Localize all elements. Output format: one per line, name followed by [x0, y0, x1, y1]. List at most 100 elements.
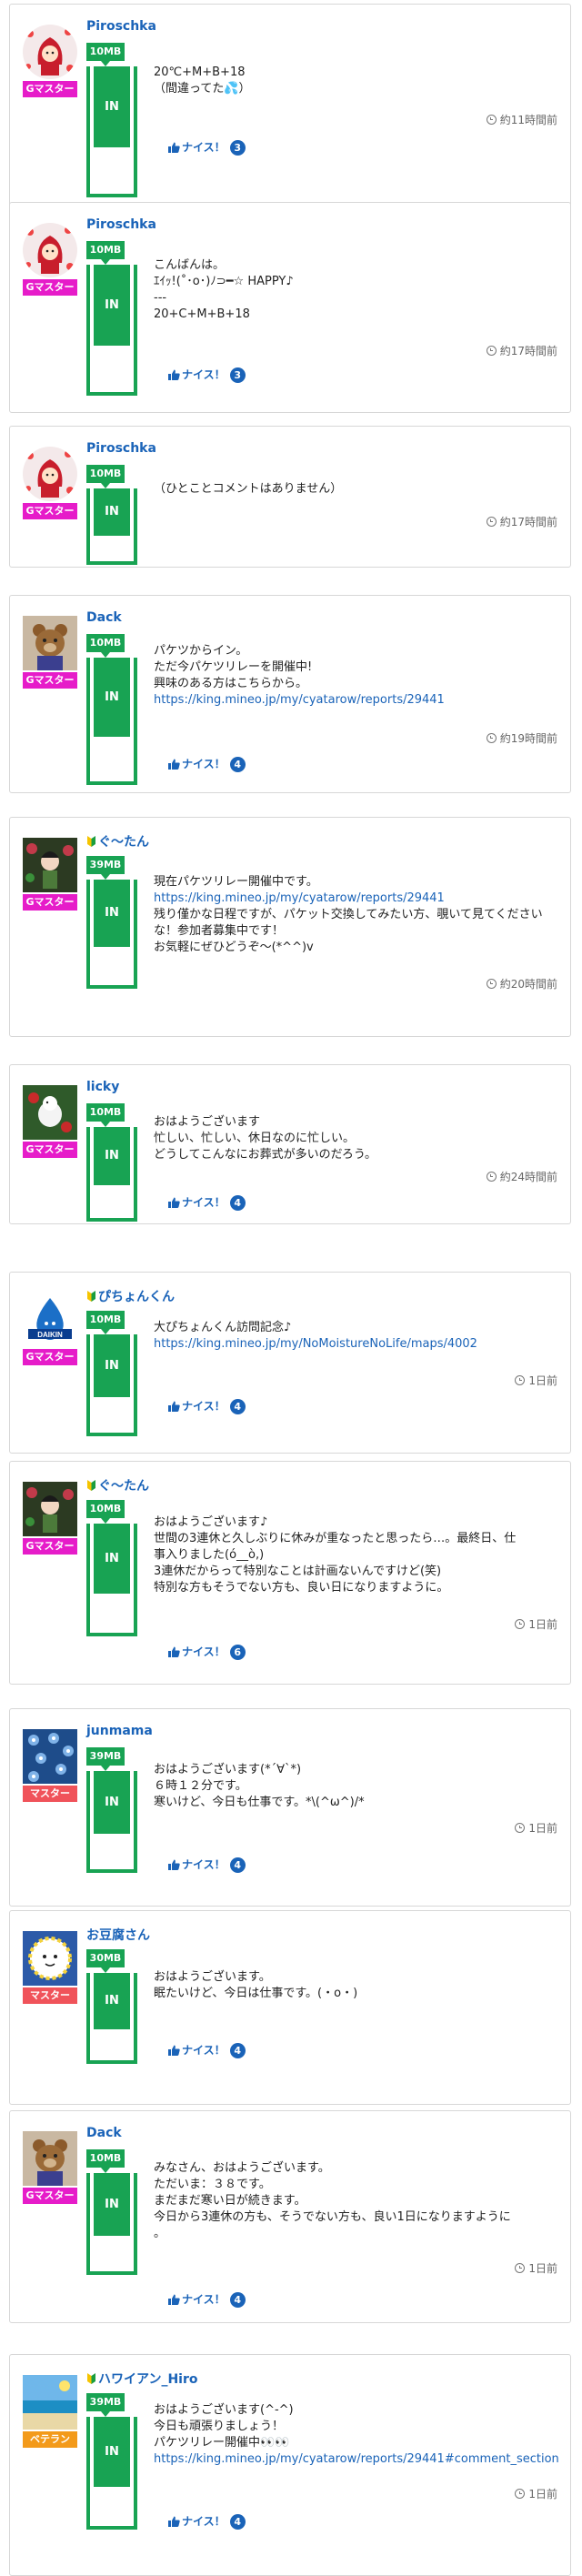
post-line: 大ぴちょんくん訪問記念♪	[154, 1321, 292, 1334]
post-line: 世間の3連休と久しぶりに休みが重なったと思ったら…。最終日、仕	[154, 1532, 517, 1545]
user-name-link[interactable]: Dack	[86, 2126, 122, 2140]
packet-in-icon: IN	[86, 2173, 137, 2275]
user-name-text: ぴちょんくん	[98, 1290, 175, 1304]
nice-count: 4	[229, 1195, 246, 1211]
packet-in-icon: IN	[86, 1127, 137, 1222]
user-name-text: Piroschka	[86, 441, 156, 456]
post-time-text: 約24時間前	[499, 1171, 557, 1183]
rank-badge: マスター	[23, 1786, 77, 1802]
user-name-link[interactable]: ぐ〜たん	[86, 832, 149, 850]
user-name-link[interactable]: ぐ〜たん	[86, 1476, 149, 1494]
nice-button[interactable]: ナイス！ 4	[168, 756, 246, 772]
post-body: 大ぴちょんくん訪問記念♪ https://king.mineo.jp/my/NoM…	[154, 1320, 554, 1353]
packet-in-label: IN	[94, 2173, 130, 2236]
user-name-text: Piroschka	[86, 19, 156, 34]
user-name-link[interactable]: Piroschka	[86, 441, 156, 456]
post-time: 1日前	[515, 1820, 557, 1836]
packet-in-label: IN	[94, 1771, 130, 1834]
post-line: 忙しい、忙しい、休日なのに忙しい。	[154, 1132, 356, 1145]
user-avatar[interactable]	[23, 1085, 77, 1140]
nice-label: ナイス！	[182, 1858, 226, 1871]
post-card: マスター junmama 39MB IN おはようございます(*´∀`*) ６時１２分です…	[9, 1708, 571, 1907]
user-avatar[interactable]	[23, 447, 77, 501]
packet-in-icon: IN	[86, 1524, 137, 1636]
post-line: お気軽にぜひどうぞ〜(*^^)v	[154, 941, 314, 954]
post-link[interactable]: https://king.mineo.jp/my/cyatarow/report…	[154, 2451, 559, 2468]
post-body: おはようございます(^-^) 今日も頑張りましょう！ パケツリレー開催中👀👀 http…	[154, 2402, 559, 2468]
post-link[interactable]: https://king.mineo.jp/my/cyatarow/report…	[154, 692, 554, 709]
nice-button[interactable]: ナイス！ 6	[168, 1644, 246, 1660]
user-avatar[interactable]	[23, 2131, 77, 2186]
beginner-leaf-icon	[86, 1290, 98, 1304]
post-time-text: 1日前	[528, 1618, 557, 1631]
post-line: 特別な方もそうでない方も、良い日になりますように。	[154, 1581, 449, 1595]
user-avatar[interactable]	[23, 25, 77, 79]
nice-count: 4	[229, 757, 246, 772]
post-line: 寒いけど、今日も仕事です。*\(^ω^)/*	[154, 1796, 365, 1809]
packet-in-icon: IN	[86, 2417, 137, 2530]
post-line: 3連休だからって特別なことは計画ないんですけど(笑)	[154, 1565, 442, 1578]
post-link[interactable]: https://king.mineo.jp/my/NoMoistureNoLif…	[154, 1336, 554, 1353]
post-time: 約19時間前	[486, 730, 557, 746]
nice-count: 3	[229, 367, 246, 383]
post-body: おはようございます 忙しい、忙しい、休日なのに忙しい。 どうしてこんなにお葬式が多い…	[154, 1114, 554, 1163]
thumbs-up-icon	[168, 1645, 182, 1658]
user-name-link[interactable]: junmama	[86, 1724, 153, 1738]
nice-button[interactable]: ナイス！ 4	[168, 2513, 246, 2530]
post-card: DAIKIN Gマスター ぴちょんくん 10MB IN 大ぴちょんくん訪問記念♪ https…	[9, 1272, 571, 1454]
nice-button[interactable]: ナイス！ 4	[168, 1194, 246, 1211]
nice-button[interactable]: ナイス！ 4	[168, 1398, 246, 1414]
thumbs-up-icon	[168, 1400, 182, 1413]
user-name-link[interactable]: Piroschka	[86, 19, 156, 34]
user-avatar[interactable]	[23, 1931, 77, 1986]
user-avatar[interactable]	[23, 223, 77, 277]
packet-amount-tag: 10MB	[86, 1311, 125, 1334]
post-card: Gマスター Piroschka 10MB IN 20℃+M+B+18 （間違ってた💦） 約1…	[9, 4, 571, 207]
user-avatar[interactable]: DAIKIN	[23, 1293, 77, 1347]
user-name-text: お豆腐さん	[86, 1928, 150, 1943]
user-name-link[interactable]: ハワイアン_Hiro	[86, 2370, 197, 2388]
user-name-link[interactable]: Dack	[86, 610, 122, 625]
nice-button[interactable]: ナイス！ 4	[168, 1857, 246, 1873]
post-time: 約17時間前	[486, 343, 557, 358]
thumbs-up-icon	[168, 758, 182, 770]
post-line: 眠たいけど、今日は仕事です。(・o・)	[154, 1987, 358, 2000]
post-line: パケツからイン。	[154, 644, 248, 658]
nice-button[interactable]: ナイス！ 4	[168, 2042, 246, 2058]
user-avatar[interactable]	[23, 616, 77, 670]
rank-badge: Gマスター	[23, 894, 77, 911]
user-name-link[interactable]: ぴちょんくん	[86, 1287, 175, 1305]
post-line: おはようございます♪	[154, 1515, 268, 1529]
user-avatar[interactable]	[23, 2375, 77, 2430]
user-name-link[interactable]: Piroschka	[86, 217, 156, 232]
post-line: 事入りました(ó__ò,)	[154, 1548, 265, 1562]
nice-button[interactable]: ナイス！ 3	[168, 367, 246, 383]
packet-in-label: IN	[94, 1973, 130, 2029]
post-line: （ひとことコメントはありません）	[154, 482, 343, 496]
nice-label: ナイス！	[182, 368, 226, 381]
nice-count: 3	[229, 140, 246, 156]
post-line: 今日も頑張りましょう！	[154, 2420, 285, 2433]
clock-icon	[515, 2263, 526, 2273]
user-avatar[interactable]	[23, 838, 77, 892]
packet-amount-tag: 39MB	[86, 856, 125, 880]
nice-button[interactable]: ナイス！ 4	[168, 2291, 246, 2308]
post-card: Gマスター Piroschka 10MB IN こんばんは。 ｴｲｯ!(˚･o･)ﾉ⊃━☆…	[9, 202, 571, 413]
user-name-text: junmama	[86, 1724, 153, 1738]
nice-label: ナイス！	[182, 1645, 226, 1658]
user-name-link[interactable]: お豆腐さん	[86, 1926, 150, 1944]
packet-in-label: IN	[94, 265, 130, 346]
user-name-text: Dack	[86, 610, 122, 625]
user-name-link[interactable]: licky	[86, 1080, 119, 1094]
user-name-text: licky	[86, 1080, 120, 1094]
rank-badge: ベテラン	[23, 2431, 77, 2448]
nice-button[interactable]: ナイス！ 3	[168, 139, 246, 156]
clock-icon	[486, 115, 497, 125]
clock-icon	[486, 733, 497, 743]
post-card: ベテラン ハワイアン_Hiro 39MB IN おはようございます(^-^) 今日も頑張り…	[9, 2354, 571, 2576]
post-link[interactable]: https://king.mineo.jp/my/cyatarow/report…	[154, 891, 554, 907]
user-avatar[interactable]	[23, 1729, 77, 1784]
rank-badge: Gマスター	[23, 1142, 77, 1158]
post-line: ---	[154, 291, 167, 305]
user-avatar[interactable]	[23, 1482, 77, 1536]
